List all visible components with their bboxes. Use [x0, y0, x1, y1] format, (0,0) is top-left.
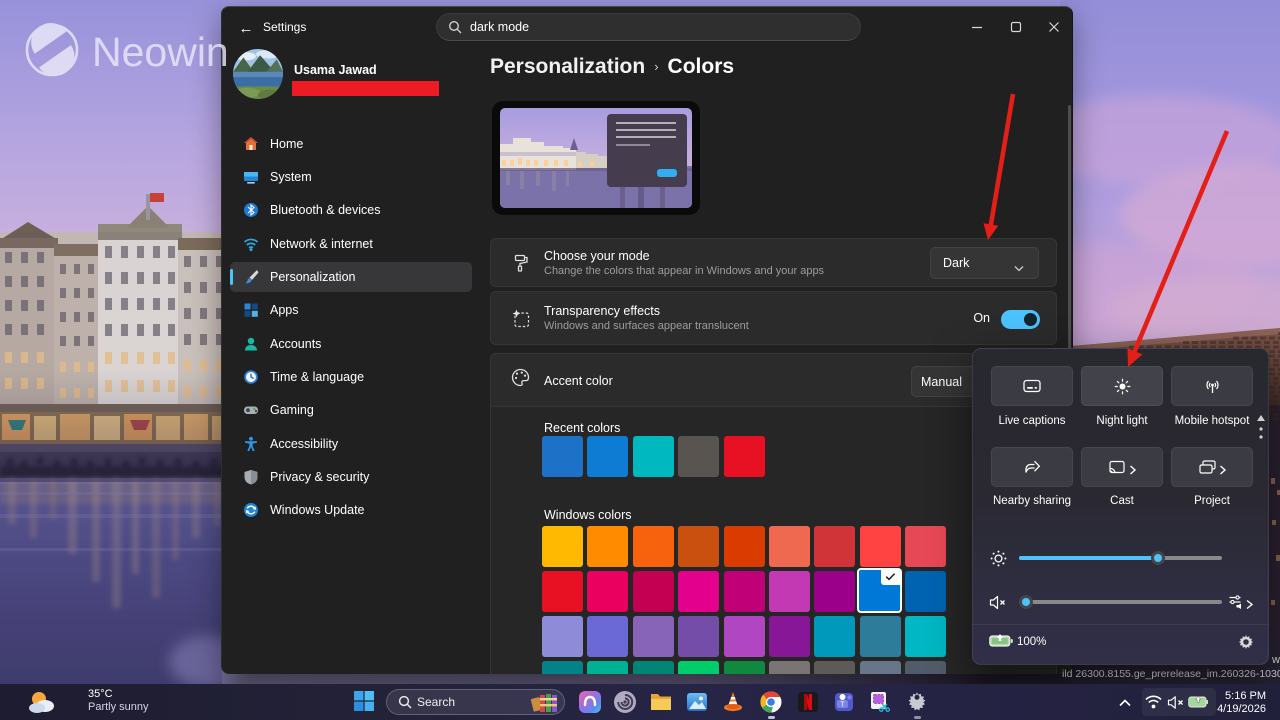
svg-text:Neowin: Neowin	[92, 29, 229, 75]
svg-text:T: T	[840, 702, 845, 709]
